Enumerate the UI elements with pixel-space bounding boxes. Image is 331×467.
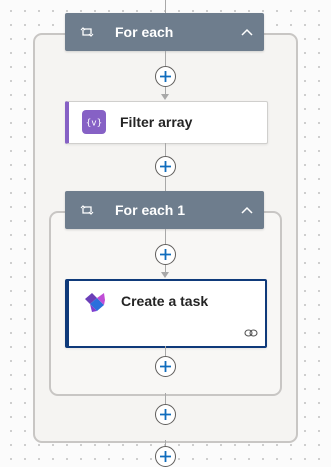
for-each-header[interactable]: For each bbox=[65, 13, 264, 51]
loop-icon bbox=[79, 202, 95, 218]
add-step-button[interactable] bbox=[155, 66, 176, 87]
connector bbox=[165, 87, 166, 94]
connector bbox=[165, 346, 166, 356]
plus-icon bbox=[160, 71, 171, 82]
connector bbox=[165, 393, 166, 404]
plus-icon bbox=[160, 361, 171, 372]
add-step-button[interactable] bbox=[155, 244, 176, 265]
connector-arrow bbox=[161, 94, 169, 100]
filter-array-card[interactable]: {v} Filter array bbox=[65, 101, 268, 144]
add-step-button-bottom[interactable] bbox=[155, 446, 176, 467]
collapse-chevron-icon[interactable] bbox=[240, 25, 254, 39]
plus-icon bbox=[160, 451, 171, 462]
connector bbox=[165, 51, 166, 66]
connector-top bbox=[165, 0, 166, 13]
for-each-1-header[interactable]: For each 1 bbox=[65, 191, 264, 229]
plus-icon bbox=[160, 409, 171, 420]
planner-icon bbox=[83, 290, 107, 314]
connector bbox=[165, 143, 166, 156]
collapse-chevron-icon[interactable] bbox=[240, 203, 254, 217]
svg-text:{v}: {v} bbox=[86, 119, 102, 129]
for-each-1-title: For each 1 bbox=[115, 202, 186, 218]
loop-icon bbox=[79, 24, 95, 40]
plus-icon bbox=[160, 161, 171, 172]
filter-array-label: Filter array bbox=[120, 114, 193, 130]
create-task-card[interactable]: Create a task bbox=[65, 279, 267, 348]
add-step-button[interactable] bbox=[155, 404, 176, 425]
connector bbox=[165, 265, 166, 272]
connector bbox=[165, 229, 166, 244]
plus-icon bbox=[160, 249, 171, 260]
connector-arrow bbox=[161, 272, 169, 278]
link-icon[interactable] bbox=[244, 326, 258, 338]
for-each-title: For each bbox=[115, 24, 174, 40]
create-task-label: Create a task bbox=[121, 293, 209, 309]
add-step-button[interactable] bbox=[155, 356, 176, 377]
add-step-button[interactable] bbox=[155, 156, 176, 177]
filter-array-icon: {v} bbox=[82, 110, 106, 134]
connector bbox=[165, 177, 166, 191]
